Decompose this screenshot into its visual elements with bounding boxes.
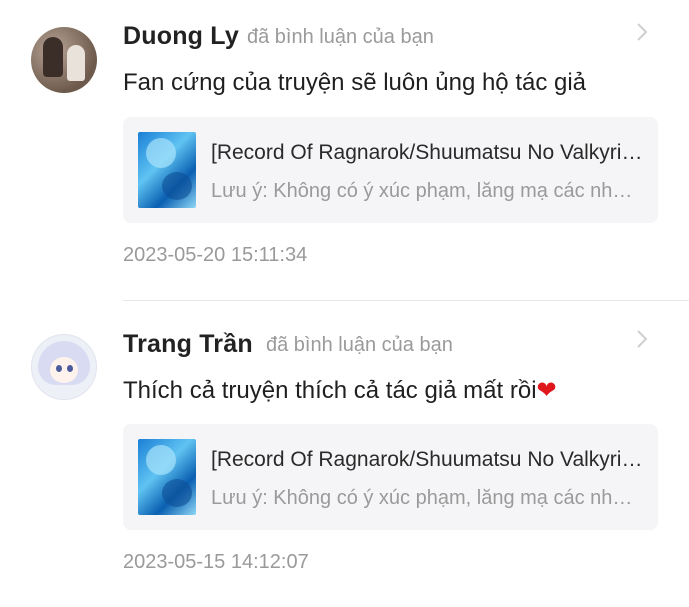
story-card[interactable]: [Record Of Ragnarok/Shuumatsu No Valkyri… bbox=[123, 424, 658, 530]
comment-text: Thích cả truyện thích cả tác giả mất rồi… bbox=[123, 377, 557, 404]
notification-item[interactable]: Trang Trần đã bình luận của bạn Thích cả… bbox=[0, 307, 689, 607]
avatar[interactable] bbox=[31, 27, 97, 93]
story-title: [Record Of Ragnarok/Shuumatsu No Valkyri… bbox=[211, 448, 643, 471]
timestamp: 2023-05-20 15:11:34 bbox=[123, 244, 308, 266]
story-description: Lưu ý: Không có ý xúc phạm, lăng mạ các … bbox=[211, 487, 643, 509]
action-text: đã bình luận của bạn bbox=[266, 334, 453, 356]
chevron-right-icon[interactable] bbox=[636, 329, 658, 351]
avatar[interactable] bbox=[31, 334, 97, 400]
chevron-right-icon[interactable] bbox=[636, 22, 658, 44]
action-text: đã bình luận của bạn bbox=[247, 26, 434, 48]
timestamp: 2023-05-15 14:12:07 bbox=[123, 551, 309, 573]
story-description: Lưu ý: Không có ý xúc phạm, lăng mạ các … bbox=[211, 180, 643, 202]
notification-item[interactable]: Duong Ly đã bình luận của bạn Fan cứng c… bbox=[0, 0, 689, 301]
story-thumbnail bbox=[138, 132, 196, 208]
story-title: [Record Of Ragnarok/Shuumatsu No Valkyri… bbox=[211, 141, 643, 164]
heart-icon: ❤ bbox=[536, 377, 557, 404]
comment-text: Fan cứng của truyện sẽ luôn ủng hộ tác g… bbox=[123, 69, 587, 96]
user-name[interactable]: Duong Ly bbox=[123, 22, 239, 51]
story-thumbnail bbox=[138, 439, 196, 515]
divider bbox=[123, 300, 689, 301]
story-card[interactable]: [Record Of Ragnarok/Shuumatsu No Valkyri… bbox=[123, 117, 658, 223]
user-name[interactable]: Trang Trần bbox=[123, 330, 253, 359]
